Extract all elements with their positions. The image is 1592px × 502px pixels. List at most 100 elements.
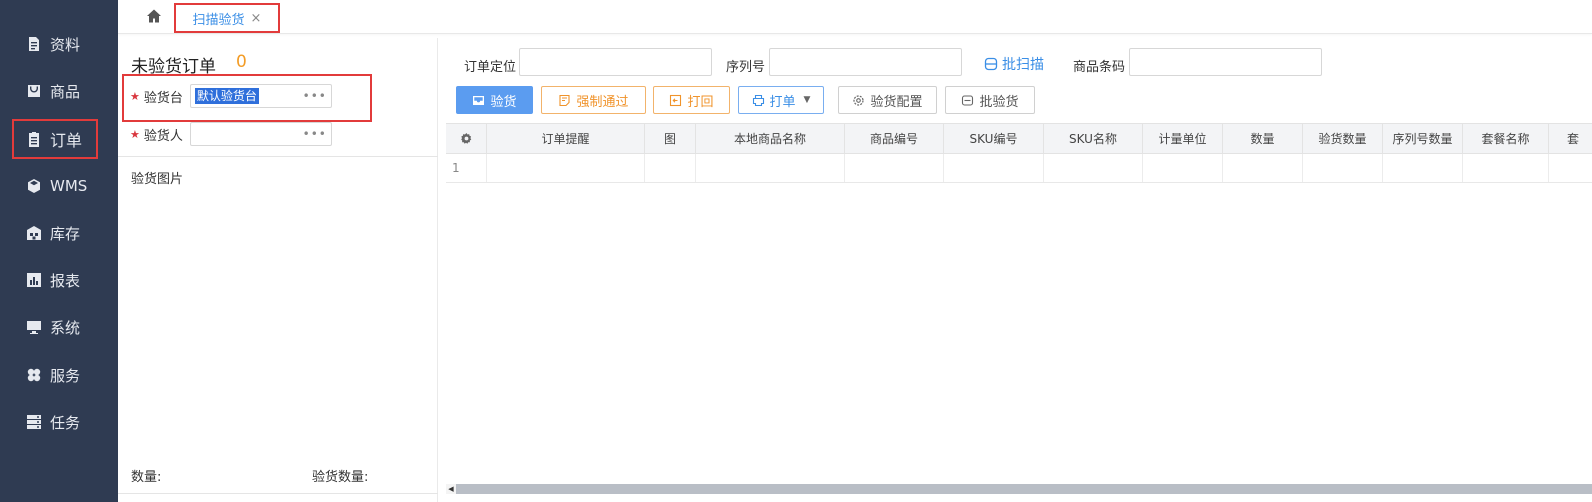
table-cell[interactable] <box>1223 154 1303 182</box>
note-icon <box>559 94 571 106</box>
required-mark: ★ <box>130 127 140 141</box>
pending-orders-count: 0 <box>236 52 247 72</box>
force-pass-button[interactable]: 强制通过 <box>541 86 646 114</box>
inspect-label: 验货 <box>490 94 517 110</box>
close-icon[interactable]: × <box>251 11 262 26</box>
table-cell[interactable] <box>1143 154 1223 182</box>
batch-inspect-button[interactable]: 批验货 <box>945 86 1035 114</box>
more-icon[interactable]: ••• <box>303 127 327 141</box>
app-root: 资料 商品 订单 WMS 库存 报表 系统 服务 任务 扫描验货 × 未验货订单… <box>0 0 1592 502</box>
table-cell[interactable] <box>1383 154 1463 182</box>
table-row[interactable]: 1 <box>446 154 1592 183</box>
bar-chart-icon <box>26 272 42 288</box>
inspection-config-label: 验货配置 <box>870 94 923 110</box>
more-icon[interactable]: ••• <box>303 89 327 103</box>
sidebar-item-label: 资料 <box>50 35 81 54</box>
sidebar-item-orders[interactable]: 订单 <box>12 119 98 159</box>
column-header[interactable]: 计量单位 <box>1143 124 1223 153</box>
quantity-label: 数量: <box>131 470 162 485</box>
barcode-label: 商品条码 <box>1073 60 1126 75</box>
table-cell[interactable] <box>1044 154 1143 182</box>
serial-number-label: 序列号 <box>726 60 766 75</box>
column-header[interactable]: 序列号数量 <box>1383 124 1463 153</box>
horizontal-scrollbar[interactable]: ◀ <box>446 484 1592 494</box>
inspect-button[interactable]: 验货 <box>456 86 533 114</box>
sidebar-item-data[interactable]: 资料 <box>0 24 118 64</box>
divider <box>118 156 438 157</box>
grid-header: 订单提醒 图 本地商品名称 商品编号 SKU编号 SKU名称 计量单位 数量 验… <box>446 123 1592 154</box>
sidebar-item-label: 任务 <box>50 413 81 432</box>
station-row: ★ 验货台 默认验货台 ••• <box>130 84 332 108</box>
warehouse-icon <box>26 225 42 241</box>
sidebar-item-label: 服务 <box>50 366 81 385</box>
inspection-config-button[interactable]: 验货配置 <box>838 86 937 114</box>
return-button[interactable]: 打回 <box>653 86 730 114</box>
return-icon <box>670 94 682 106</box>
column-header[interactable]: 套 <box>1549 124 1592 153</box>
table-cell[interactable] <box>944 154 1044 182</box>
gear-icon <box>460 133 471 144</box>
column-header[interactable]: 本地商品名称 <box>696 124 845 153</box>
sidebar-item-label: 报表 <box>50 271 81 290</box>
right-panel: 订单定位 序列号 批扫描 商品条码 验货 强制通过 打回 打单 ▼ 验货配置 批… <box>446 38 1592 502</box>
inspector-label: 验货人 <box>143 128 183 144</box>
column-header[interactable]: 数量 <box>1223 124 1303 153</box>
inspected-quantity-label: 验货数量: <box>312 470 369 485</box>
inspector-lookup[interactable]: ••• <box>189 122 332 146</box>
column-header[interactable]: SKU名称 <box>1044 124 1143 153</box>
return-label: 打回 <box>687 94 714 110</box>
chevron-down-icon[interactable]: ▼ <box>804 95 811 105</box>
clover-icon <box>26 367 42 383</box>
order-locate-input[interactable] <box>519 48 712 76</box>
home-icon[interactable] <box>146 8 162 24</box>
table-cell[interactable] <box>845 154 944 182</box>
station-lookup[interactable]: 默认验货台 ••• <box>189 84 332 108</box>
column-header[interactable]: 订单提醒 <box>487 124 645 153</box>
barcode-input[interactable] <box>1129 48 1322 76</box>
batch-scan-link[interactable]: 批扫描 <box>984 54 1044 74</box>
gear-icon <box>853 94 865 106</box>
order-locate-label: 订单定位 <box>464 60 517 75</box>
batch-inspect-label: 批验货 <box>979 94 1019 110</box>
inbox-icon <box>473 95 485 105</box>
column-header[interactable]: 图 <box>645 124 696 153</box>
sidebar-item-services[interactable]: 服务 <box>0 355 118 395</box>
sidebar-item-label: 系统 <box>50 318 81 337</box>
batch-scan-label: 批扫描 <box>1002 57 1044 73</box>
column-header[interactable]: 套餐名称 <box>1463 124 1549 153</box>
scan-icon <box>984 57 998 71</box>
server-icon <box>26 414 42 430</box>
tab-scan-inspection[interactable]: 扫描验货 × <box>174 3 280 33</box>
tab-bar: 扫描验货 × <box>118 0 1592 34</box>
scroll-left-icon[interactable]: ◀ <box>446 484 456 494</box>
table-cell[interactable] <box>1463 154 1549 182</box>
left-panel: 未验货订单 0 ★ 验货台 默认验货台 ••• ★ 验货人 ••• 验货图片 数… <box>118 38 438 502</box>
sidebar-item-products[interactable]: 商品 <box>0 71 118 111</box>
serial-number-input[interactable] <box>769 48 962 76</box>
table-cell[interactable] <box>1303 154 1383 182</box>
sidebar-item-system[interactable]: 系统 <box>0 307 118 347</box>
column-header[interactable]: 验货数量 <box>1303 124 1383 153</box>
sidebar-item-wms[interactable]: WMS <box>0 166 118 206</box>
sidebar-item-reports[interactable]: 报表 <box>0 260 118 300</box>
monitor-icon <box>26 319 42 335</box>
sidebar: 资料 商品 订单 WMS 库存 报表 系统 服务 任务 <box>0 0 118 502</box>
row-number: 1 <box>446 154 487 182</box>
station-value: 默认验货台 <box>194 88 259 104</box>
sidebar-item-label: 订单 <box>50 131 83 150</box>
column-header[interactable]: 商品编号 <box>845 124 944 153</box>
table-cell[interactable] <box>696 154 845 182</box>
sidebar-item-inventory[interactable]: 库存 <box>0 213 118 253</box>
print-button[interactable]: 打单 ▼ <box>738 86 824 114</box>
print-label: 打单 <box>769 94 796 110</box>
column-settings-button[interactable] <box>446 124 487 153</box>
sidebar-item-label: WMS <box>50 177 88 195</box>
table-cell[interactable] <box>645 154 696 182</box>
column-header[interactable]: SKU编号 <box>944 124 1044 153</box>
sidebar-item-label: 商品 <box>50 82 81 101</box>
inspector-row: ★ 验货人 ••• <box>130 122 332 146</box>
table-cell[interactable] <box>487 154 645 182</box>
left-panel-footer: 数量: 验货数量: <box>118 458 438 494</box>
cube-icon <box>26 178 42 194</box>
sidebar-item-tasks[interactable]: 任务 <box>0 402 118 442</box>
